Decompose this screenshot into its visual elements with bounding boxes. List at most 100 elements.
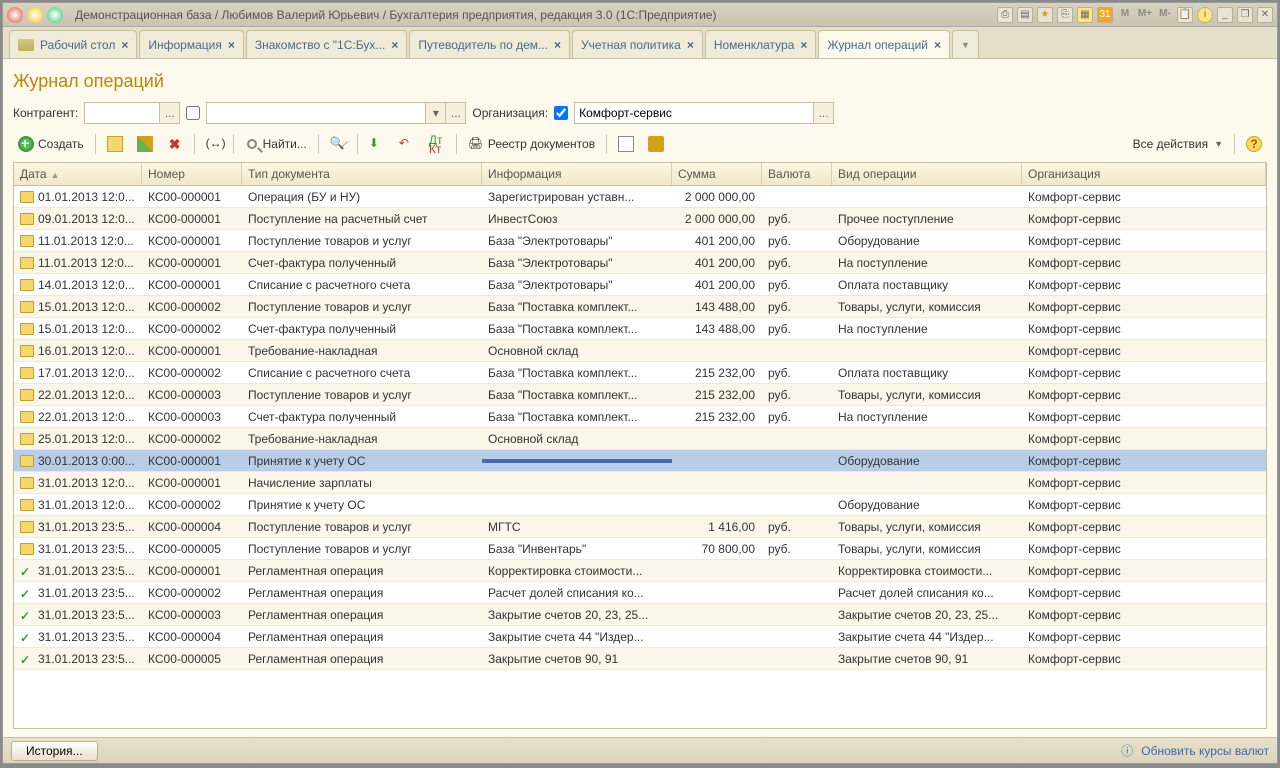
win-min-icon[interactable]: _ [1217,7,1233,23]
tab-overflow-button[interactable]: ▼ [952,30,979,58]
tab-close-icon[interactable]: × [121,38,128,52]
org-input[interactable] [574,102,814,124]
tab-3[interactable]: Путеводитель по дем...× [409,30,570,58]
col-date[interactable]: Дата▲ [14,163,142,185]
col-optype[interactable]: Вид операции [832,163,1022,185]
table-row[interactable]: 31.01.2013 12:0...КС00-000002Принятие к … [14,494,1266,516]
cell: МГТС [482,518,672,536]
table-row[interactable]: 14.01.2013 12:0...КС00-000001Списание с … [14,274,1266,296]
tab-close-icon[interactable]: × [228,38,235,52]
table-row[interactable]: ✓31.01.2013 23:5...КС00-000005Регламентн… [14,648,1266,670]
dtkt-button[interactable]: ДтКт [424,132,450,156]
win-restore-icon[interactable]: ❐ [1237,7,1253,23]
filter2-choose-btn[interactable]: ... [446,102,466,124]
col-info[interactable]: Информация [482,163,672,185]
cell: Комфорт-сервис [1022,430,1266,448]
tab-2[interactable]: Знакомство с "1С:Бух...× [246,30,408,58]
copy-button[interactable] [102,132,128,156]
tb-clip-icon[interactable]: 📋 [1177,7,1193,23]
load-button[interactable]: ⬇ [364,132,390,156]
report-icon [618,136,634,152]
report-button[interactable] [613,132,639,156]
win-close-icon[interactable]: ✕ [1257,7,1273,23]
edit-button[interactable] [132,132,158,156]
contragent-checkbox[interactable] [186,106,200,120]
registry-button[interactable]: 🖨Реестр документов [463,132,600,156]
tb-doc-icon[interactable]: ▤ [1017,7,1033,23]
table-row[interactable]: ✓31.01.2013 23:5...КС00-000002Регламентн… [14,582,1266,604]
table-row[interactable]: 31.01.2013 12:0...КС00-000001Начисление … [14,472,1266,494]
tb-cal-icon[interactable]: 31 [1097,7,1113,23]
table-row[interactable]: 30.01.2013 0:00...КС00-000001Принятие к … [14,450,1266,472]
list-button[interactable] [643,132,669,156]
tab-4[interactable]: Учетная политика× [572,30,703,58]
table-row[interactable]: 17.01.2013 12:0...КС00-000002Списание с … [14,362,1266,384]
tab-close-icon[interactable]: × [687,38,694,52]
tb-link-icon[interactable]: ⎘ [1057,7,1073,23]
col-sum[interactable]: Сумма [672,163,762,185]
tab-0[interactable]: Рабочий стол× [9,30,137,58]
tab-close-icon[interactable]: × [391,38,398,52]
col-org[interactable]: Организация [1022,163,1266,185]
tab-6[interactable]: Журнал операций× [818,30,950,58]
contragent-label: Контрагент: [13,106,78,120]
table-row[interactable]: 09.01.2013 12:0...КС00-000001Поступление… [14,208,1266,230]
table-row[interactable]: 01.01.2013 12:0...КС00-000001Операция (Б… [14,186,1266,208]
filter2-dropdown-btn[interactable]: ▾ [426,102,446,124]
table-row[interactable]: 11.01.2013 12:0...КС00-000001Счет-фактур… [14,252,1266,274]
sys-close-icon[interactable] [7,7,23,23]
table-row[interactable]: 11.01.2013 12:0...КС00-000001Поступление… [14,230,1266,252]
tb-mplus-icon[interactable]: M+ [1137,7,1153,23]
tab-1[interactable]: Информация× [139,30,244,58]
table-row[interactable]: 31.01.2013 23:5...КС00-000005Поступление… [14,538,1266,560]
help-button[interactable]: ? [1241,132,1267,156]
tab-close-icon[interactable]: × [554,38,561,52]
col-currency[interactable]: Валюта [762,163,832,185]
table-row[interactable]: ✓31.01.2013 23:5...КС00-000003Регламентн… [14,604,1266,626]
table-row[interactable]: 16.01.2013 12:0...КС00-000001Требование-… [14,340,1266,362]
cell: Закрытие счетов 20, 23, 25... [482,606,672,624]
filter2-input[interactable] [206,102,426,124]
org-checkbox[interactable] [554,106,568,120]
table-row[interactable]: 31.01.2013 23:5...КС00-000004Поступление… [14,516,1266,538]
tb-mminus-icon[interactable]: M- [1157,7,1173,23]
table-row[interactable]: 22.01.2013 12:0...КС00-000003Счет-фактур… [14,406,1266,428]
all-actions-button[interactable]: Все действия▼ [1128,132,1228,156]
delete-button[interactable]: ✖ [162,132,188,156]
contragent-choose-btn[interactable]: ... [160,102,180,124]
find-button[interactable]: Найти... [240,132,312,156]
tb-info-icon[interactable]: i [1197,7,1213,23]
create-button[interactable]: Создать [13,132,89,156]
cell: Оборудование [832,452,1022,470]
table-row[interactable]: 15.01.2013 12:0...КС00-000002Счет-фактур… [14,318,1266,340]
update-rates-link[interactable]: Обновить курсы валют [1141,744,1269,758]
table-row[interactable]: ✓31.01.2013 23:5...КС00-000001Регламентн… [14,560,1266,582]
sys-max-icon[interactable] [47,7,63,23]
table-row[interactable]: 22.01.2013 12:0...КС00-000003Поступление… [14,384,1266,406]
undo-button[interactable]: ↶ [394,132,420,156]
grid-body[interactable]: 01.01.2013 12:0...КС00-000001Операция (Б… [14,186,1266,728]
cell: Регламентная операция [242,628,482,646]
table-row[interactable]: 15.01.2013 12:0...КС00-000002Поступление… [14,296,1266,318]
tab-5[interactable]: Номенклатура× [705,30,817,58]
col-number[interactable]: Номер [142,163,242,185]
cell: База "Поставка комплект... [482,320,672,338]
org-choose-btn[interactable]: ... [814,102,834,124]
cell: руб. [762,364,832,382]
history-button[interactable]: История... [11,741,98,761]
swap-button[interactable]: (↔) [201,132,227,156]
tb-star-icon[interactable]: ★ [1037,7,1053,23]
tb-print-icon[interactable]: ⎙ [997,7,1013,23]
tb-calc-icon[interactable]: ▦ [1077,7,1093,23]
tab-close-icon[interactable]: × [934,38,941,52]
sys-min-icon[interactable] [27,7,43,23]
table-row[interactable]: 25.01.2013 12:0...КС00-000002Требование-… [14,428,1266,450]
document-icon [20,389,34,401]
tab-close-icon[interactable]: × [800,38,807,52]
contragent-input[interactable] [84,102,160,124]
col-doctype[interactable]: Тип документа [242,163,482,185]
tb-m-icon[interactable]: M [1117,7,1133,23]
desktop-icon [18,39,34,51]
table-row[interactable]: ✓31.01.2013 23:5...КС00-000004Регламентн… [14,626,1266,648]
cancel-search-button[interactable]: 🔍̷ [325,132,351,156]
